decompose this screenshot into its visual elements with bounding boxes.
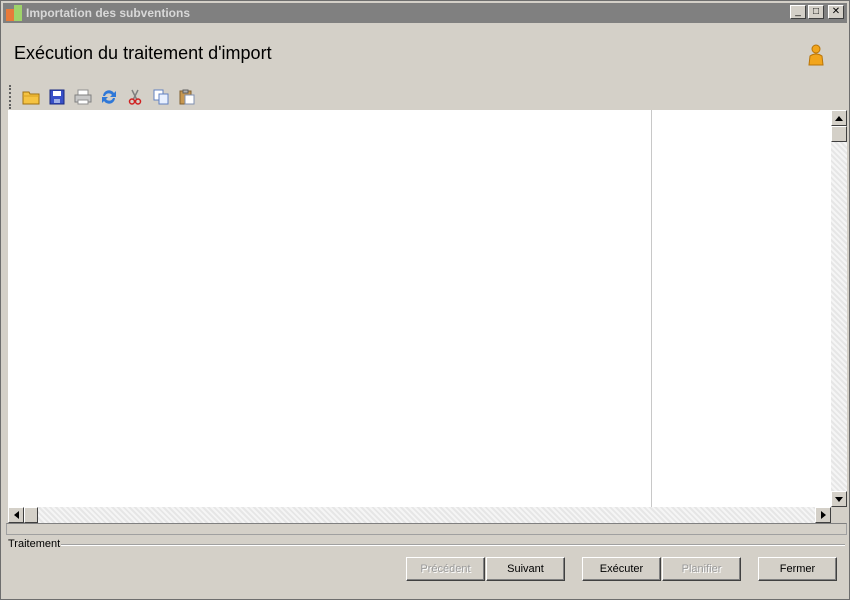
minimize-button[interactable]: _: [790, 5, 806, 19]
close-icon: ✕: [831, 6, 841, 17]
refresh-icon[interactable]: [98, 86, 120, 108]
horizontal-scrollbar[interactable]: [8, 507, 831, 523]
scroll-up-button[interactable]: [831, 110, 847, 126]
main-window: Importation des subventions _ □ ✕ Exécut…: [0, 0, 850, 600]
vertical-scroll-thumb[interactable]: [831, 126, 847, 142]
toolbar: [9, 85, 202, 109]
copy-icon[interactable]: [150, 86, 172, 108]
close-button[interactable]: ✕: [828, 5, 844, 19]
maximize-icon: □: [812, 6, 820, 17]
arrow-left-icon: [13, 511, 19, 519]
page-title: Exécution du traitement d'import: [14, 43, 272, 63]
window-title: Importation des subventions: [26, 6, 191, 20]
progress-bar: [6, 523, 847, 535]
horizontal-scroll-thumb[interactable]: [24, 507, 38, 523]
vertical-scrollbar[interactable]: [831, 110, 847, 507]
print-icon[interactable]: [72, 86, 94, 108]
title-bar[interactable]: Importation des subventions _ □ ✕: [3, 3, 847, 23]
person-icon: [808, 44, 824, 66]
schedule-button[interactable]: Planifier: [662, 557, 741, 581]
scroll-right-button[interactable]: [815, 507, 831, 523]
arrow-up-icon: [835, 115, 843, 121]
column-divider[interactable]: [651, 110, 652, 507]
scrollbar-corner: [831, 507, 847, 523]
open-folder-icon[interactable]: [20, 86, 42, 108]
paste-icon[interactable]: [176, 86, 198, 108]
execute-button[interactable]: Exécuter: [582, 557, 661, 581]
group-label: Traitement: [8, 538, 61, 550]
next-button[interactable]: Suivant: [486, 557, 565, 581]
cut-icon[interactable]: [124, 86, 146, 108]
minimize-icon: _: [795, 6, 801, 17]
save-icon[interactable]: [46, 86, 68, 108]
arrow-down-icon: [835, 496, 843, 502]
previous-button[interactable]: Précédent: [406, 557, 485, 581]
content-panel[interactable]: [8, 110, 831, 507]
maximize-button[interactable]: □: [808, 5, 824, 19]
arrow-right-icon: [820, 511, 826, 519]
scroll-left-button[interactable]: [8, 507, 24, 523]
toolbar-grip[interactable]: [9, 85, 14, 109]
group-divider: [61, 544, 845, 545]
app-icon: [6, 5, 22, 21]
scroll-down-button[interactable]: [831, 491, 847, 507]
close-dialog-button[interactable]: Fermer: [758, 557, 837, 581]
